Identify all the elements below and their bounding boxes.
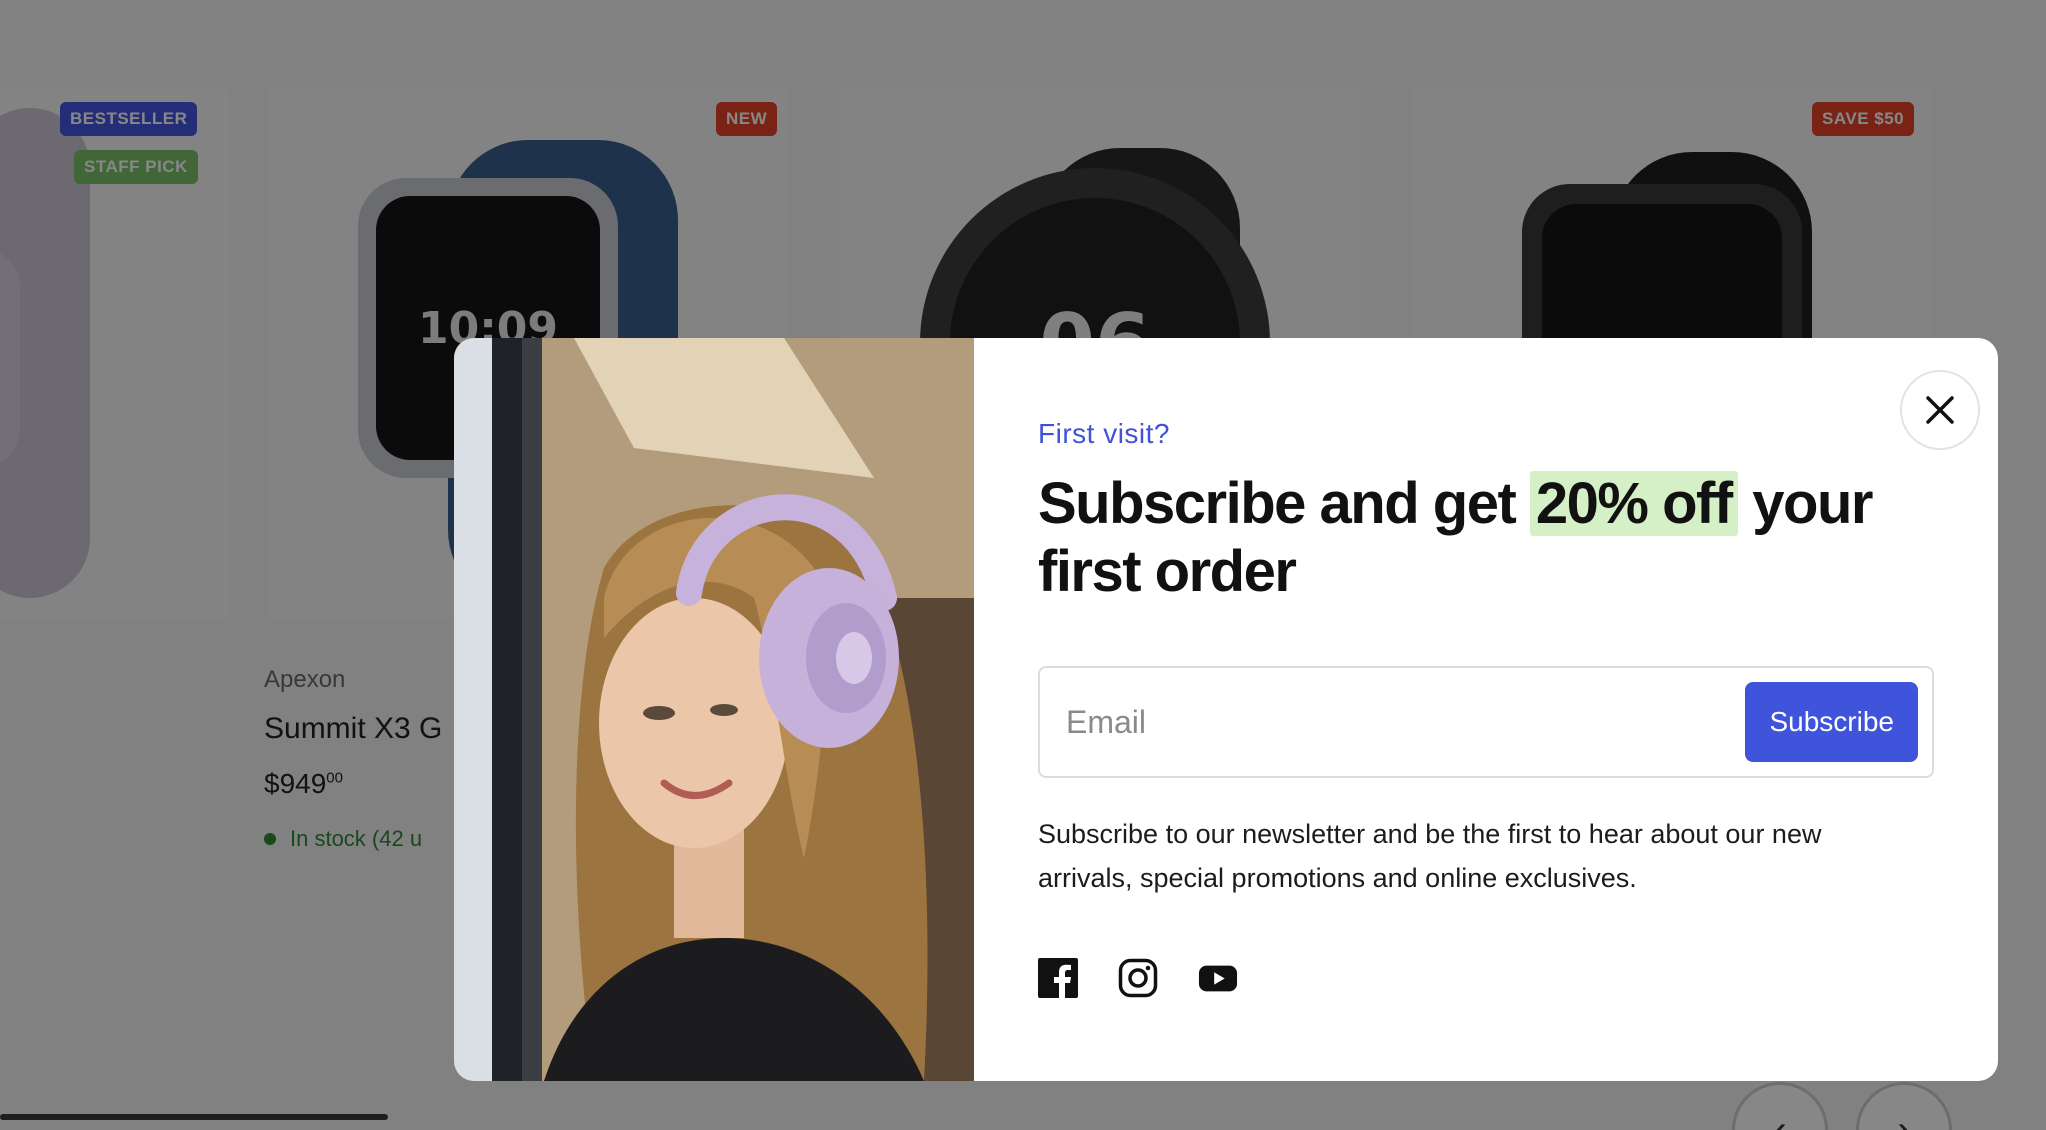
discount-highlight: 20% off	[1529, 471, 1738, 536]
eyebrow-text: First visit?	[1038, 418, 1170, 449]
facebook-icon	[1038, 958, 1078, 998]
newsletter-modal: First visit? Subscribe and get 20% off y…	[454, 338, 1998, 1081]
subscribe-button[interactable]: Subscribe	[1745, 682, 1918, 762]
email-field[interactable]	[1066, 703, 1706, 741]
close-button[interactable]	[1900, 370, 1980, 450]
facebook-link[interactable]	[1038, 958, 1078, 998]
subscribe-form: Subscribe	[1038, 666, 1934, 778]
newsletter-description: Subscribe to our newsletter and be the f…	[1038, 819, 1822, 893]
youtube-icon	[1198, 965, 1238, 992]
youtube-link[interactable]	[1198, 958, 1238, 998]
modal-content: First visit? Subscribe and get 20% off y…	[974, 338, 1998, 1081]
close-icon	[1926, 396, 1954, 424]
social-links	[1038, 958, 1238, 998]
modal-headline: Subscribe and get 20% off your first ord…	[1038, 471, 1873, 604]
promo-image	[454, 338, 974, 1081]
woman-with-headphones-illustration	[454, 338, 974, 1081]
instagram-link[interactable]	[1118, 958, 1158, 998]
instagram-icon	[1118, 958, 1158, 998]
